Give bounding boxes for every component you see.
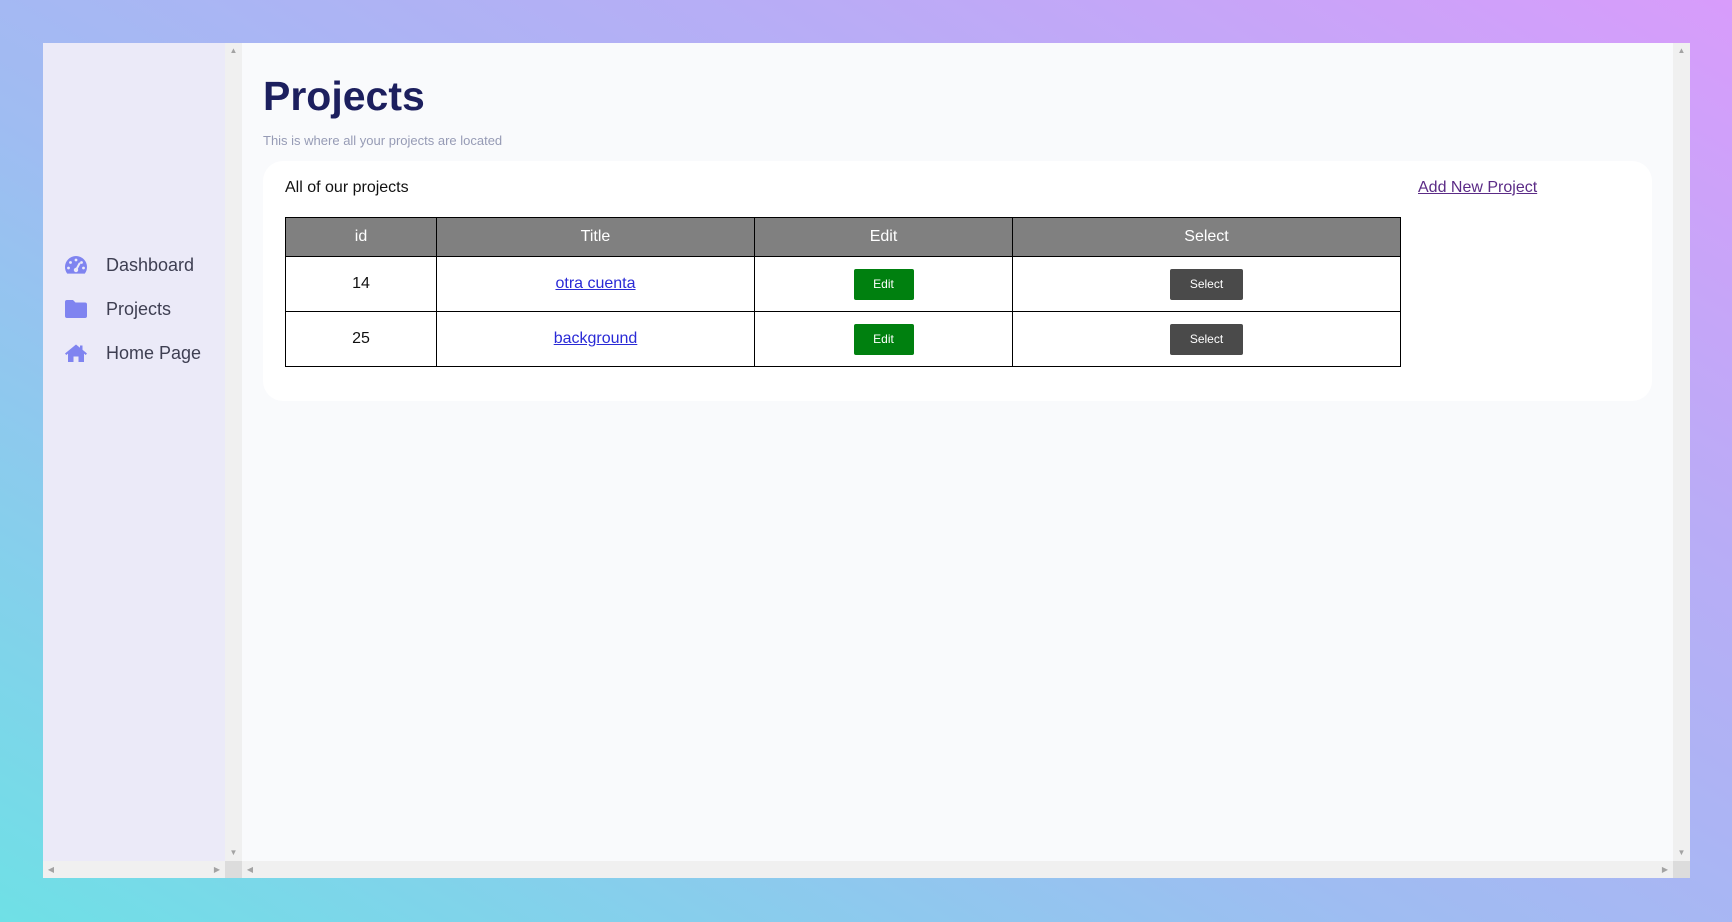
table-header-row: id Title Edit Select	[285, 217, 1401, 257]
sidebar-item-label: Dashboard	[106, 254, 195, 275]
select-button[interactable]: Select	[1170, 268, 1243, 300]
column-header-title: Title	[436, 217, 755, 257]
column-header-id: id	[285, 217, 437, 257]
main-content: Projects This is where all your projects…	[242, 43, 1673, 861]
scroll-up-arrow-icon[interactable]: ▲	[1673, 43, 1690, 59]
project-title-link[interactable]: background	[554, 330, 638, 347]
scroll-left-arrow-icon[interactable]: ◀	[43, 861, 59, 878]
project-id-cell: 25	[285, 311, 437, 367]
select-cell: Select	[1012, 256, 1401, 312]
scroll-right-arrow-icon[interactable]: ▶	[209, 861, 225, 878]
projects-card: All of our projects Add New Project id T…	[263, 161, 1652, 401]
select-cell: Select	[1012, 311, 1401, 367]
card-title: All of our projects	[285, 179, 409, 196]
scrollbar-corner	[1673, 861, 1690, 878]
sidebar-item-home-page[interactable]: Home Page	[43, 331, 225, 375]
folder-icon	[63, 298, 89, 320]
edit-cell: Edit	[754, 311, 1013, 367]
sidebar-nav: Dashboard Projects Home Page	[43, 243, 225, 375]
project-title-cell: background	[436, 311, 755, 367]
edit-button[interactable]: Edit	[853, 268, 914, 300]
scroll-up-arrow-icon[interactable]: ▲	[225, 43, 242, 59]
project-title-cell: otra cuenta	[436, 256, 755, 312]
scroll-down-arrow-icon[interactable]: ▼	[225, 845, 242, 861]
scroll-left-arrow-icon[interactable]: ◀	[242, 861, 258, 878]
page-subtitle: This is where all your projects are loca…	[263, 133, 503, 148]
column-header-select: Select	[1012, 217, 1401, 257]
main-vertical-scrollbar[interactable]: ▲ ▼	[1673, 43, 1690, 861]
select-button[interactable]: Select	[1170, 323, 1243, 355]
sidebar-item-label: Projects	[106, 298, 172, 319]
table-row: 14 otra cuenta Edit Select	[285, 256, 1401, 312]
dashboard-gauge-icon	[63, 254, 89, 276]
home-icon	[63, 342, 89, 364]
sidebar-horizontal-scrollbar[interactable]: ◀ ▶	[43, 861, 225, 878]
sidebar-item-label: Home Page	[106, 342, 202, 363]
page-title: Projects	[263, 73, 425, 119]
project-id-cell: 14	[285, 256, 437, 312]
main-horizontal-scrollbar[interactable]: ◀ ▶	[242, 861, 1673, 878]
scroll-right-arrow-icon[interactable]: ▶	[1657, 861, 1673, 878]
edit-cell: Edit	[754, 256, 1013, 312]
edit-button[interactable]: Edit	[853, 323, 914, 355]
sidebar-item-projects[interactable]: Projects	[43, 287, 225, 331]
scrollbar-corner	[225, 861, 242, 878]
sidebar: Dashboard Projects Home Page	[43, 43, 225, 861]
app-window: Dashboard Projects Home Page ▲ ▼ Project…	[43, 43, 1690, 878]
add-new-project-link[interactable]: Add New Project	[1418, 179, 1537, 197]
table-row: 25 background Edit Select	[285, 311, 1401, 367]
sidebar-item-dashboard[interactable]: Dashboard	[43, 243, 225, 287]
column-header-edit: Edit	[754, 217, 1013, 257]
sidebar-vertical-scrollbar[interactable]: ▲ ▼	[225, 43, 242, 861]
scroll-down-arrow-icon[interactable]: ▼	[1673, 845, 1690, 861]
projects-table: id Title Edit Select 14 otra cuenta Edit	[285, 217, 1401, 367]
project-title-link[interactable]: otra cuenta	[555, 275, 635, 292]
